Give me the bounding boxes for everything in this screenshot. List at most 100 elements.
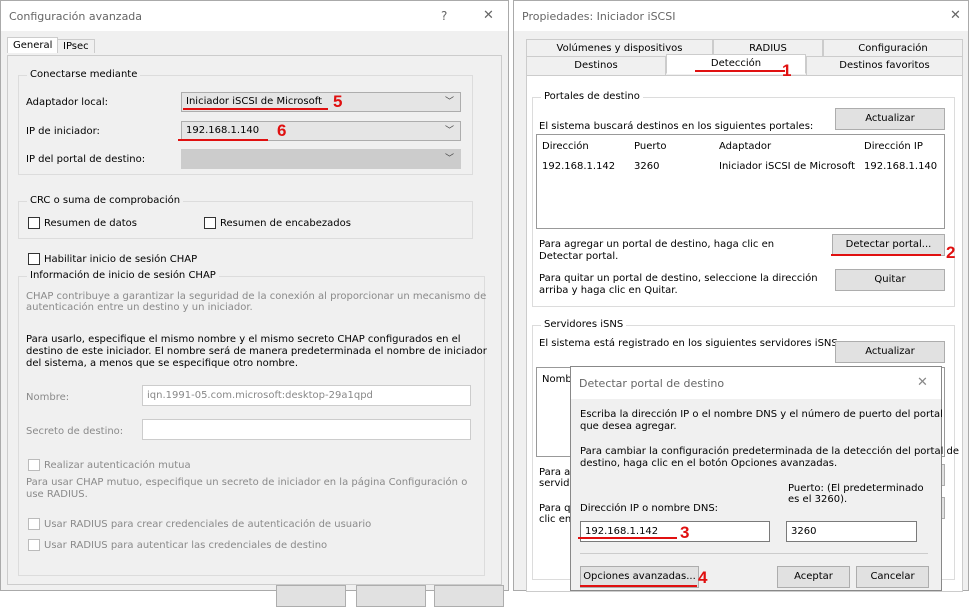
radius-create-checkbox[interactable] xyxy=(28,518,40,530)
dialog-title: Detectar portal de destino xyxy=(579,377,725,390)
secret-field[interactable] xyxy=(142,419,471,440)
radius-auth-checkbox[interactable] xyxy=(28,539,40,551)
name-label: Nombre: xyxy=(26,392,70,403)
chevron-down-icon: ﹀ xyxy=(444,97,454,107)
table-cell[interactable]: 3260 xyxy=(634,161,659,172)
chap-enable-checkbox[interactable] xyxy=(28,253,40,265)
isns-remove-desc-2: clic en xyxy=(539,514,572,525)
tab-targets[interactable]: Destinos xyxy=(526,56,666,76)
chap-group-label: Información de inicio de sesión CHAP xyxy=(27,270,219,281)
portals-desc: El sistema buscará destinos en los sigui… xyxy=(539,121,814,132)
dialog-desc-1: Escriba la dirección IP o el nombre DNS … xyxy=(580,409,943,420)
dialog-desc-2: que desea agregar. xyxy=(580,421,677,432)
isns-desc: El sistema está registrado en los siguie… xyxy=(539,338,842,349)
header-digest-label: Resumen de encabezados xyxy=(220,218,351,229)
header-digest-checkbox[interactable] xyxy=(204,217,216,229)
port-label-1: Puerto: (El predeterminado xyxy=(788,483,924,494)
adapter-value: Iniciador iSCSI de Microsoft xyxy=(186,96,322,107)
discover-portal-dialog: Detectar portal de destino ✕ Escriba la … xyxy=(570,366,959,591)
portals-table: Dirección Puerto Adaptador Dirección IP … xyxy=(536,134,945,229)
target-portal-ip-select[interactable]: ﹀ xyxy=(181,149,461,169)
tab-general[interactable]: General xyxy=(7,37,59,53)
mutual-desc-2: use RADIUS. xyxy=(26,489,88,500)
dialog-desc-3: Para cambiar la configuración predetermi… xyxy=(580,446,960,457)
accept-button[interactable]: Aceptar xyxy=(777,566,850,588)
chevron-down-icon: ﹀ xyxy=(444,154,454,164)
isns-group-label: Servidores iSNS xyxy=(541,319,627,330)
port-label-2: es el 3260). xyxy=(788,494,848,505)
chap-enable-label: Habilitar inicio de sesión CHAP xyxy=(44,254,198,265)
initiator-ip-label: IP de iniciador: xyxy=(26,126,100,137)
name-field[interactable]: iqn.1991-05.com.microsoft:desktop-29a1qp… xyxy=(142,385,471,406)
add-portal-desc-1: Para agregar un portal de destino, haga … xyxy=(539,239,775,250)
mutual-auth-checkbox[interactable] xyxy=(28,459,40,471)
mutual-desc-1: Para usar CHAP mutuo, especifique un sec… xyxy=(26,477,468,488)
annotation-underline xyxy=(183,108,328,110)
close-icon[interactable]: ✕ xyxy=(950,8,961,23)
detect-portal-button[interactable]: Detectar portal... xyxy=(832,234,945,256)
column-header[interactable]: Adaptador xyxy=(719,141,771,152)
radius-auth-label: Usar RADIUS para autenticar las credenci… xyxy=(44,540,328,551)
remove-portal-button[interactable]: Quitar xyxy=(835,269,945,291)
annotation-underline xyxy=(695,70,785,72)
add-portal-desc-2: Detectar portal. xyxy=(539,251,619,262)
chap-desc-2: autenticación entre un destino y un inic… xyxy=(26,302,253,313)
usage-text-2: destino de este iniciador. El nombre ser… xyxy=(26,346,487,357)
column-header[interactable]: Puerto xyxy=(634,141,667,152)
column-header[interactable]: Dirección xyxy=(542,141,589,152)
bottom-button-1[interactable] xyxy=(276,585,346,607)
chevron-down-icon: ﹀ xyxy=(444,126,454,136)
help-button[interactable]: ? xyxy=(441,9,447,23)
table-cell[interactable]: 192.168.1.142 xyxy=(542,161,615,172)
close-icon[interactable]: ✕ xyxy=(483,8,494,23)
table-cell[interactable]: 192.168.1.140 xyxy=(864,161,937,172)
mutual-auth-label: Realizar autenticación mutua xyxy=(44,460,191,471)
annotation-2: 2 xyxy=(946,243,956,262)
crc-group-label: CRC o suma de comprobación xyxy=(27,195,184,206)
cancel-button[interactable]: Cancelar xyxy=(856,566,929,588)
radius-create-label: Usar RADIUS para crear credenciales de a… xyxy=(44,519,372,530)
column-header[interactable]: Nomb xyxy=(542,374,572,385)
bottom-button-2[interactable] xyxy=(356,585,426,607)
tab-ipsec[interactable]: IPsec xyxy=(57,39,95,53)
tab-favorite-targets[interactable]: Destinos favoritos xyxy=(806,56,963,76)
close-icon[interactable]: ✕ xyxy=(917,375,928,390)
window-title: Propiedades: Iniciador iSCSI xyxy=(522,10,676,23)
advanced-settings-window: Configuración avanzada ? ✕ General IPsec… xyxy=(0,0,509,607)
annotation-underline xyxy=(578,537,677,539)
data-digest-checkbox[interactable] xyxy=(28,217,40,229)
connect-group-label: Conectarse mediante xyxy=(27,69,141,80)
remove-portal-desc-1: Para quitar un portal de destino, selecc… xyxy=(539,273,818,284)
port-field[interactable]: 3260 xyxy=(786,521,917,542)
annotation-underline xyxy=(831,254,941,256)
isns-remove-desc: Para q xyxy=(539,503,571,514)
portals-group-label: Portales de destino xyxy=(541,91,643,102)
title-bar: Propiedades: Iniciador iSCSI ✕ xyxy=(514,1,968,31)
remove-portal-desc-2: arriba y haga clic en Quitar. xyxy=(539,285,678,296)
initiator-ip-select[interactable]: 192.168.1.140 ﹀ xyxy=(181,121,461,141)
refresh-portals-button[interactable]: Actualizar xyxy=(835,108,945,130)
annotation-underline xyxy=(178,139,268,141)
usage-text-3: del sistema, a menos que se especifique … xyxy=(26,358,299,369)
dialog-desc-4: destino, haga clic en el botón Opciones … xyxy=(580,458,838,469)
annotation-underline xyxy=(580,585,697,587)
column-header[interactable]: Dirección IP xyxy=(864,141,923,152)
initiator-ip-value: 192.168.1.140 xyxy=(186,125,260,136)
chap-desc-1: CHAP contribuye a garantizar la segurida… xyxy=(26,291,487,302)
bottom-button-3[interactable] xyxy=(434,585,504,607)
isns-add-desc: Para a xyxy=(539,467,571,478)
window-title: Configuración avanzada xyxy=(9,10,143,23)
annotation-5: 5 xyxy=(333,92,343,111)
annotation-4: 4 xyxy=(698,568,708,587)
annotation-6: 6 xyxy=(277,121,287,140)
divider xyxy=(580,553,928,554)
data-digest-label: Resumen de datos xyxy=(44,218,138,229)
target-portal-ip-label: IP del portal de destino: xyxy=(26,154,146,165)
adapter-label: Adaptador local: xyxy=(26,97,108,108)
table-cell[interactable]: Iniciador iSCSI de Microsoft xyxy=(719,161,855,172)
refresh-isns-button[interactable]: Actualizar xyxy=(835,341,945,363)
title-bar: Detectar portal de destino ✕ xyxy=(571,367,941,399)
annotation-1: 1 xyxy=(782,61,792,80)
ip-dns-label: Dirección IP o nombre DNS: xyxy=(580,503,719,514)
annotation-3: 3 xyxy=(680,523,690,542)
